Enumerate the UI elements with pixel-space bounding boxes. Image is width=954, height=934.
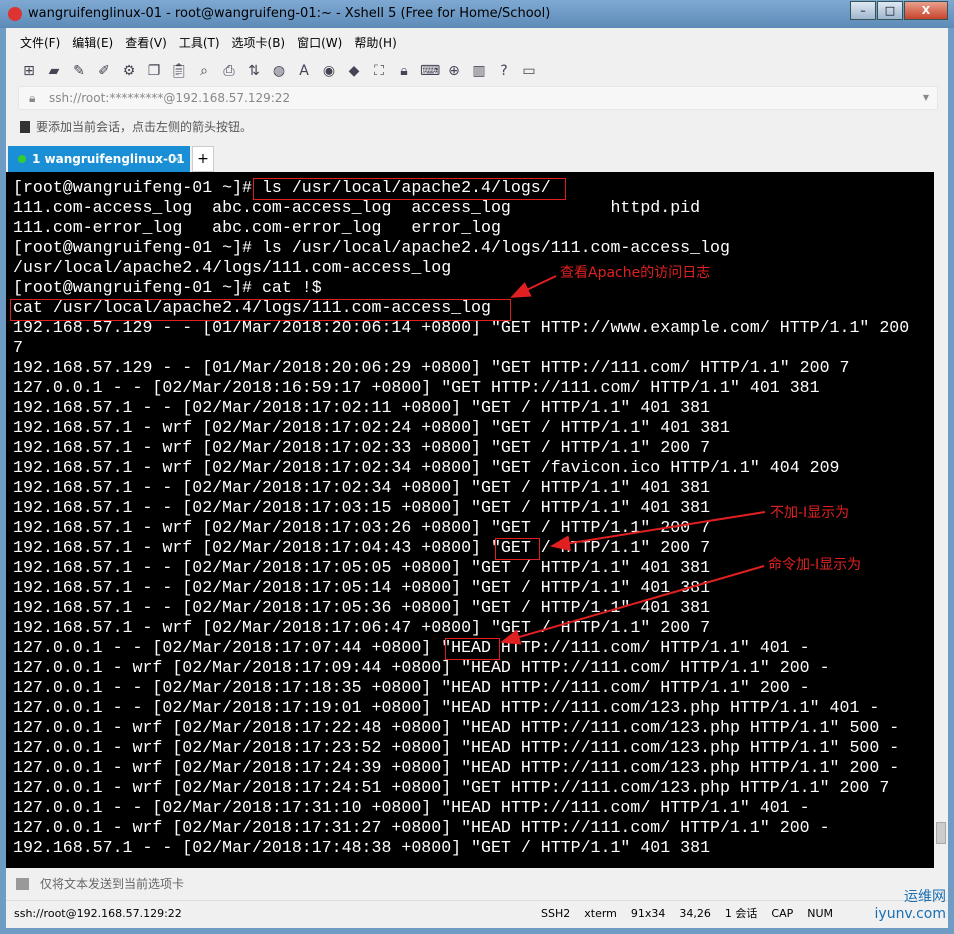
arrow-with-i: [500, 565, 765, 645]
annotation-arrows: [500, 275, 766, 645]
arrow-view-log: [510, 275, 557, 298]
arrow-without-i: [550, 511, 766, 552]
